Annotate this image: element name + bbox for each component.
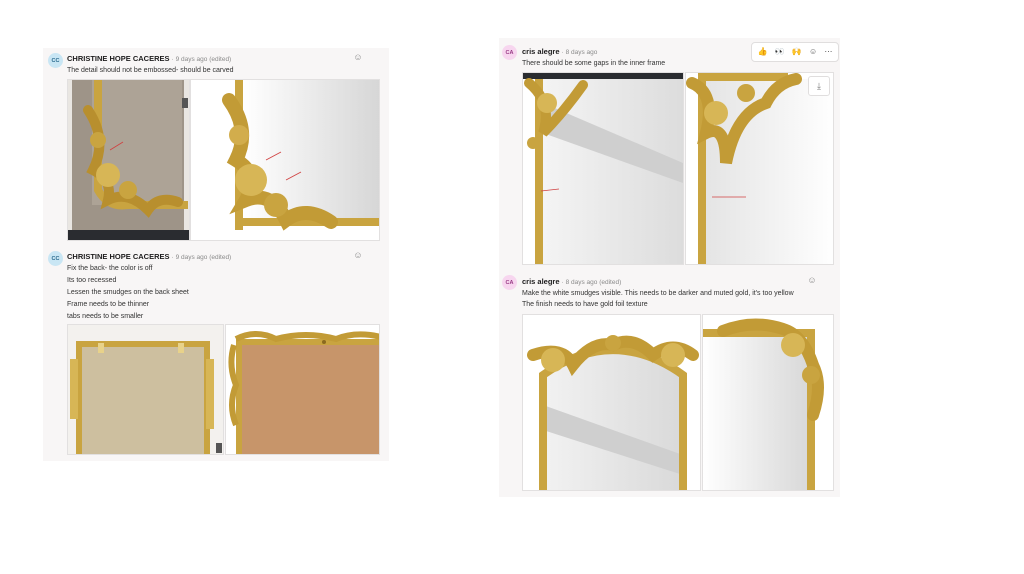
attachment-image[interactable] — [522, 314, 701, 491]
frame-back-image — [68, 325, 223, 454]
comment-meta: cris alegre · 8 days ago (edited) — [522, 277, 621, 286]
comment-timestamp: · 9 days ago (edited) — [171, 254, 232, 261]
attachment-image[interactable] — [225, 324, 380, 455]
add-reaction-icon[interactable]: ☺ — [807, 275, 817, 285]
comment-text: There should be some gaps in the inner f… — [522, 60, 666, 67]
comment-author[interactable]: CHRISTINE HOPE CACERES — [67, 252, 170, 261]
frame-back-image — [226, 325, 379, 454]
comment-author[interactable]: CHRISTINE HOPE CACERES — [67, 54, 170, 63]
comment-meta: cris alegre · 8 days ago — [522, 47, 597, 56]
comment-meta: CHRISTINE HOPE CACERES · 9 days ago (edi… — [67, 54, 231, 63]
comment-3: CA cris alegre · 8 days ago There should… — [499, 38, 840, 268]
comment-text: The finish needs to have gold foil textu… — [522, 301, 648, 308]
comment-text: Lessen the smudges on the back sheet — [67, 289, 189, 296]
comment-1: CC CHRISTINE HOPE CACERES · 9 days ago (… — [43, 48, 389, 243]
comment-meta: CHRISTINE HOPE CACERES · 9 days ago (edi… — [67, 252, 231, 261]
comment-text: The detail should not be embossed- shoul… — [67, 67, 234, 74]
add-reaction-icon[interactable]: ☺ — [353, 52, 363, 62]
comment-author[interactable]: cris alegre — [522, 47, 560, 56]
gold-frame-mirror-image — [686, 73, 833, 264]
avatar[interactable]: CC — [48, 53, 63, 68]
comment-author[interactable]: cris alegre — [522, 277, 560, 286]
attachment-image[interactable] — [67, 324, 224, 455]
attachment-image[interactable] — [67, 79, 190, 241]
avatar[interactable]: CA — [502, 275, 517, 290]
gold-frame-arch-image — [523, 315, 700, 490]
comment-text: Fix the back- the color is off — [67, 265, 153, 272]
comment-timestamp: · 9 days ago (edited) — [171, 56, 232, 63]
gold-frame-corner-image — [703, 315, 833, 490]
avatar[interactable]: CA — [502, 45, 517, 60]
add-reaction-icon[interactable]: ☺ — [353, 250, 363, 260]
gold-frame-corner-image — [68, 80, 189, 240]
avatar[interactable]: CC — [48, 251, 63, 266]
comment-text: Make the white smudges visible. This nee… — [522, 290, 794, 297]
attachment-image[interactable] — [702, 314, 834, 491]
comment-thread-left: CC CHRISTINE HOPE CACERES · 9 days ago (… — [43, 48, 389, 461]
comment-2: CC CHRISTINE HOPE CACERES · 9 days ago (… — [43, 246, 389, 461]
attachment-image[interactable] — [190, 79, 380, 241]
attachment-image[interactable] — [685, 72, 834, 265]
gold-frame-mirror-image — [523, 73, 683, 264]
comment-timestamp: · 8 days ago — [561, 49, 598, 56]
comment-thread-right: 👍 👀 🙌 ☺ ⋯ CA cris alegre · 8 days ago Th… — [499, 38, 840, 497]
comment-timestamp: · 8 days ago (edited) — [561, 279, 622, 286]
comment-text: Frame needs to be thinner — [67, 301, 150, 308]
comment-4: CA cris alegre · 8 days ago (edited) ☺ M… — [499, 270, 840, 497]
gold-frame-corner-image — [191, 80, 379, 240]
comment-text: Its too recessed — [67, 277, 117, 284]
comment-text: tabs needs to be smaller — [67, 313, 144, 320]
attachment-image[interactable] — [522, 72, 684, 265]
download-icon[interactable]: ⤓ — [808, 76, 830, 96]
